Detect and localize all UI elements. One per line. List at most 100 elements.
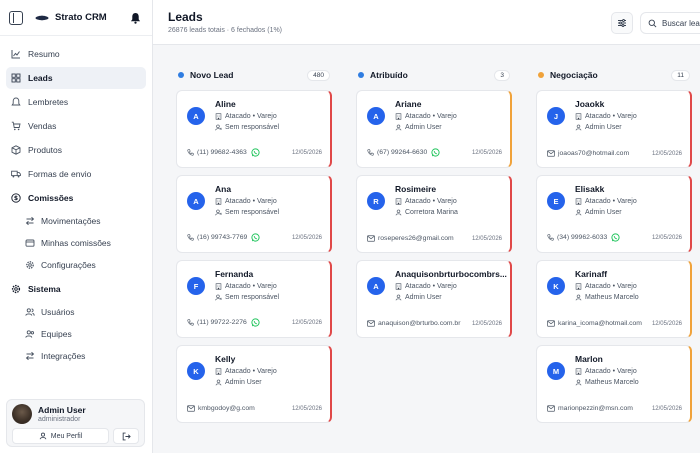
- lead-card[interactable]: K Karinaff Atacado • Varejo Matheus Marcelo…: [536, 260, 692, 338]
- sidebar-item-integracoes[interactable]: Integrações: [6, 346, 146, 366]
- lead-contact: roseperes26@gmail.com: [367, 235, 468, 242]
- lead-segment-text: Atacado • Varejo: [225, 113, 277, 120]
- lead-card[interactable]: R Rosimeire Atacado • Varejo Corretora Mari…: [356, 175, 512, 253]
- lead-segment-text: Atacado • Varejo: [405, 198, 457, 205]
- lead-contact-text: anaquison@brturbo.com.br: [378, 320, 461, 327]
- page-header: Leads 26876 leads totais · 6 fechados (1…: [153, 0, 700, 45]
- whatsapp-icon[interactable]: [251, 148, 260, 157]
- lead-date: 12/05/2026: [651, 234, 682, 241]
- lead-card[interactable]: A Anaquisonbrturbocombrs... Atacado • Vare…: [356, 260, 512, 338]
- whatsapp-icon[interactable]: [251, 233, 260, 242]
- whatsapp-button[interactable]: [251, 148, 263, 157]
- lead-owner-text: Sem responsável: [225, 209, 280, 216]
- lead-name: Joaokk: [575, 99, 605, 109]
- lead-owner: Sem responsável: [215, 122, 279, 133]
- lead-contact: joaoas70@hotmail.com: [547, 150, 648, 157]
- lead-name: Ariane: [395, 99, 422, 109]
- sidebar-item-configuracoes[interactable]: Configurações: [6, 255, 146, 275]
- lead-avatar: F: [187, 277, 205, 295]
- lead-date: 12/05/2026: [471, 149, 502, 156]
- lead-card[interactable]: K Kelly Atacado • Varejo Admin User kmbgodoy…: [176, 345, 332, 423]
- mail-icon: [187, 405, 195, 412]
- lead-owner: Sem responsável: [215, 292, 279, 303]
- avatar[interactable]: [12, 404, 32, 424]
- user-icon: [575, 209, 582, 216]
- lead-contact-text: joaoas70@hotmail.com: [558, 150, 630, 157]
- user-card: Admin User administrador Meu Perfil: [6, 399, 145, 447]
- lead-owner: Sem responsável: [215, 207, 279, 218]
- user-unassigned-icon: [215, 124, 222, 131]
- user-role: administrador: [38, 416, 81, 423]
- whatsapp-button[interactable]: [251, 318, 263, 327]
- whatsapp-button[interactable]: [431, 148, 443, 157]
- lead-name: Rosimeire: [395, 184, 437, 194]
- sidebar-toggle-icon[interactable]: [9, 10, 23, 25]
- search-icon: [648, 19, 657, 27]
- lead-card[interactable]: J Joaokk Atacado • Varejo Admin User joaoas7…: [536, 90, 692, 168]
- lead-card[interactable]: E Elisakk Atacado • Varejo Admin User (34) 9…: [536, 175, 692, 253]
- sidebar-item-equipes[interactable]: Equipes: [6, 324, 146, 344]
- sidebar-item-usuarios[interactable]: Usuários: [6, 302, 146, 322]
- lead-segment: Atacado • Varejo: [575, 366, 639, 377]
- lead-name: Elisakk: [575, 184, 605, 194]
- mail-icon: [367, 235, 375, 242]
- phone-icon: [187, 319, 194, 326]
- sidebar-item-produtos[interactable]: Produtos: [6, 139, 146, 161]
- page-subtitle: 26876 leads totais · 6 fechados (1%): [168, 27, 283, 34]
- my-profile-button[interactable]: Meu Perfil: [12, 428, 109, 444]
- sidebar-item-formas-envio[interactable]: Formas de envio: [6, 163, 146, 185]
- lead-owner: Admin User: [575, 207, 637, 218]
- lead-card[interactable]: A Ariane Atacado • Varejo Admin User (67) 99…: [356, 90, 512, 168]
- whatsapp-button[interactable]: [611, 233, 623, 242]
- filter-button[interactable]: [611, 12, 633, 34]
- whatsapp-icon[interactable]: [251, 318, 260, 327]
- lead-contact-text: kmbgodoy@g.com: [198, 405, 255, 412]
- sidebar-item-leads[interactable]: Leads: [6, 67, 146, 89]
- lead-card[interactable]: F Fernanda Atacado • Varejo Sem responsável…: [176, 260, 332, 338]
- sliders-icon: [618, 19, 626, 27]
- lead-avatar: M: [547, 362, 565, 380]
- sidebar-group-comissoes[interactable]: $ Comissões: [6, 187, 146, 209]
- whatsapp-icon[interactable]: [611, 233, 620, 242]
- column-header: Novo Lead 480: [176, 64, 332, 86]
- search-input[interactable]: Buscar leads: [640, 12, 700, 34]
- lead-owner: Matheus Marcelo: [575, 292, 639, 303]
- kanban-column: Novo Lead 480 A Aline Atacado • Varejo Sem re…: [176, 64, 332, 430]
- stage-dot: [178, 72, 184, 78]
- lead-segment-text: Atacado • Varejo: [585, 368, 637, 375]
- kanban-column: Atribuído 3 A Ariane Atacado • Varejo Admin U…: [356, 64, 512, 430]
- sidebar-item-resumo[interactable]: Resumo: [6, 43, 146, 65]
- lead-card[interactable]: A Aline Atacado • Varejo Sem responsável (11…: [176, 90, 332, 168]
- sidebar-item-minhas-comissoes[interactable]: Minhas comissões: [6, 233, 146, 253]
- lead-segment-text: Atacado • Varejo: [585, 113, 637, 120]
- user-icon: [395, 294, 402, 301]
- sidebar-item-lembretes[interactable]: Lembretes: [6, 91, 146, 113]
- search-placeholder: Buscar leads: [662, 18, 700, 28]
- bell-icon[interactable]: [130, 12, 141, 24]
- lead-contact: kmbgodoy@g.com: [187, 405, 288, 412]
- sidebar-item-label: Configurações: [41, 260, 96, 270]
- logout-button[interactable]: [113, 428, 139, 444]
- lead-contact-text: roseperes26@gmail.com: [378, 235, 454, 242]
- building-icon: [395, 283, 402, 290]
- stage-dot: [538, 72, 544, 78]
- lead-contact: karina_icoma@hotmail.com: [547, 320, 648, 327]
- whatsapp-icon[interactable]: [431, 148, 440, 157]
- my-profile-label: Meu Perfil: [50, 432, 83, 440]
- whatsapp-button[interactable]: [251, 233, 263, 242]
- lead-segment: Atacado • Varejo: [395, 111, 457, 122]
- sidebar-item-movimentacoes[interactable]: Movimentações: [6, 211, 146, 231]
- lead-card[interactable]: A Ana Atacado • Varejo Sem responsável (16) …: [176, 175, 332, 253]
- sidebar-nav: Resumo Leads Lembretes Vendas Produtos F…: [0, 36, 152, 366]
- lead-owner: Matheus Marcelo: [575, 377, 639, 388]
- lead-owner-text: Sem responsável: [225, 294, 280, 301]
- lead-card[interactable]: M Marlon Atacado • Varejo Matheus Marcelo ma…: [536, 345, 692, 423]
- main-content: Leads 26876 leads totais · 6 fechados (1…: [153, 0, 700, 453]
- sidebar-group-sistema[interactable]: Sistema: [6, 278, 146, 300]
- logout-icon: [122, 432, 131, 440]
- sidebar-item-vendas[interactable]: Vendas: [6, 115, 146, 137]
- grid-icon: [11, 73, 21, 83]
- lead-owner-text: Corretora Marina: [405, 209, 458, 216]
- users-icon: [25, 307, 35, 317]
- column-header: Atribuído 3: [356, 64, 512, 86]
